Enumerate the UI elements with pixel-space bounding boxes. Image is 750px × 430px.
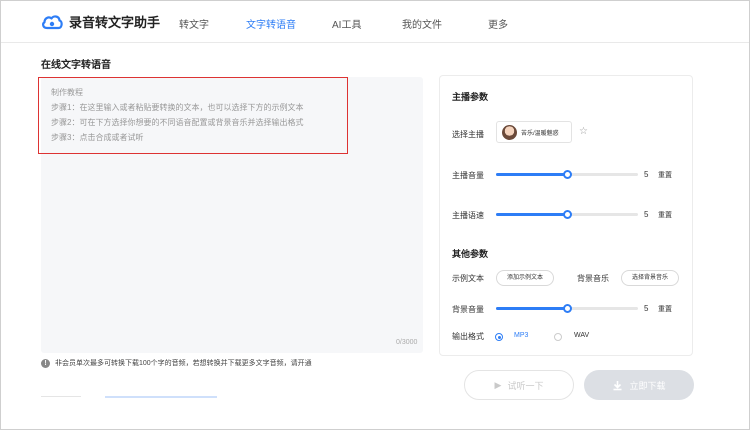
tutorial-step-1: 步骤1：在这里输入或者粘贴要转换的文本，也可以选择下方的示例文本 (51, 103, 304, 112)
divider (41, 396, 81, 397)
app-title: 录音转文字助手 (69, 15, 161, 30)
format-mp3-radio[interactable] (495, 333, 503, 341)
avatar (502, 124, 517, 140)
char-counter: 0/3000 (396, 339, 418, 346)
anchor-volume-slider[interactable] (496, 170, 638, 179)
download-icon (613, 380, 622, 390)
slider-fill (496, 307, 567, 310)
tutorial-step-3: 步骤3：点击合成或者试听 (51, 133, 144, 142)
nav-transcribe[interactable]: 转文字 (179, 16, 209, 31)
member-notice: ! 非会员单次最多可转换下载100个字的音频，若想转换并下载更多文字音频，请开通 (41, 358, 312, 368)
nav-ai-tools[interactable]: AI工具 (332, 16, 361, 31)
anchor-speed-value: 5 (644, 210, 649, 219)
notice-text: 非会员单次最多可转换下载100个字的音频，若想转换并下载更多文字音频，请开通 (55, 360, 312, 367)
cloud-icon (42, 14, 63, 29)
slider-handle[interactable] (563, 170, 572, 179)
progress-underline (105, 396, 217, 398)
bgm-label: 背景音乐 (577, 274, 609, 283)
anchor-speed-label: 主播语速 (452, 211, 484, 220)
voice-selector[interactable]: 苦乐/温暖魅惑 (496, 121, 572, 143)
bg-volume-slider[interactable] (496, 304, 638, 313)
nav-more[interactable]: 更多 (488, 16, 508, 31)
listen-button[interactable]: ▶ 试听一下 (464, 370, 574, 400)
bg-volume-reset[interactable]: 重置 (658, 304, 672, 314)
top-nav-bar: 录音转文字助手 转文字 文字转语音 AI工具 我的文件 更多 (1, 1, 749, 43)
add-sample-text-button[interactable]: 添加示例文本 (496, 270, 554, 286)
bg-volume-value: 5 (644, 304, 649, 313)
voice-name: 苦乐/温暖魅惑 (521, 130, 559, 137)
anchor-params-title: 主播参数 (452, 92, 489, 102)
select-anchor-label: 选择主播 (452, 130, 484, 139)
format-wav-label[interactable]: WAV (574, 332, 589, 339)
star-icon[interactable]: ☆ (579, 126, 588, 137)
slider-handle[interactable] (563, 304, 572, 313)
page-title: 在线文字转语音 (41, 60, 111, 71)
format-mp3-label[interactable]: MP3 (514, 332, 528, 339)
nav-text-to-speech[interactable]: 文字转语音 (246, 16, 296, 31)
slider-fill (496, 173, 567, 176)
download-label: 立即下载 (629, 380, 666, 391)
anchor-volume-reset[interactable]: 重置 (658, 170, 672, 180)
app-logo[interactable]: 录音转文字助手 (41, 12, 160, 31)
play-icon: ▶ (494, 379, 502, 390)
slider-fill (496, 213, 567, 216)
tutorial-heading: 制作教程 (51, 88, 83, 97)
info-icon: ! (41, 358, 50, 368)
nav-my-files[interactable]: 我的文件 (402, 16, 442, 31)
anchor-speed-slider[interactable] (496, 210, 638, 219)
tutorial-step-2: 步骤2：可在下方选择你想要的不同语音配置或背景音乐并选择输出格式 (51, 118, 304, 127)
output-format-label: 输出格式 (452, 332, 484, 341)
anchor-volume-label: 主播音量 (452, 171, 484, 180)
listen-label: 试听一下 (507, 380, 544, 391)
download-button[interactable]: 立即下载 (584, 370, 694, 400)
anchor-speed-reset[interactable]: 重置 (658, 210, 672, 220)
bg-volume-label: 背景音量 (452, 305, 484, 314)
other-params-title: 其他参数 (452, 249, 489, 259)
anchor-volume-value: 5 (644, 170, 649, 179)
sample-text-label: 示例文本 (452, 274, 484, 283)
format-wav-radio[interactable] (554, 333, 562, 341)
slider-handle[interactable] (563, 210, 572, 219)
select-bgm-button[interactable]: 选择背景音乐 (621, 270, 679, 286)
